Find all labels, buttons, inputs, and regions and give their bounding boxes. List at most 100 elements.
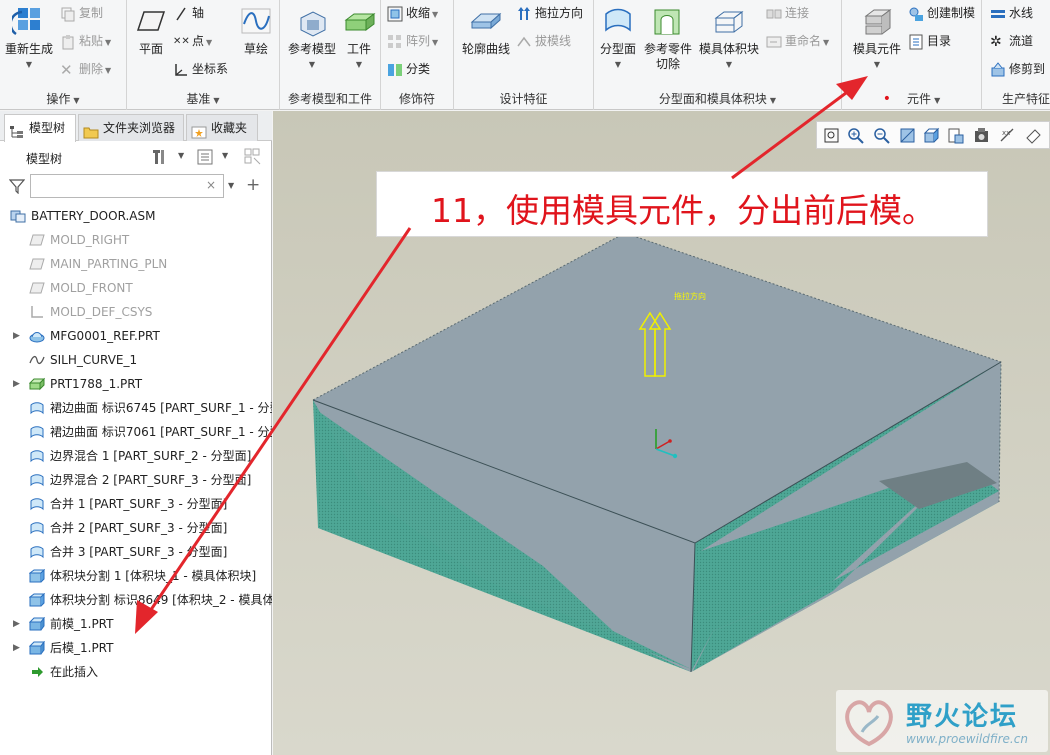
group-label-operations[interactable]: 操作 ▼ [0, 90, 126, 108]
tree-row-curve[interactable]: SILH_CURVE_1 [0, 348, 272, 372]
plane-button[interactable]: 平面 [133, 4, 169, 57]
zoom-out-icon[interactable] [873, 127, 890, 144]
csys-button[interactable]: 坐标系 [173, 58, 228, 80]
mold-component-button[interactable]: 模具元件 ▼ [848, 4, 906, 72]
ref-model-button[interactable]: 参考模型 ▼ [284, 4, 340, 72]
paste-button[interactable]: 粘贴 ▼ [60, 30, 111, 52]
parting-surface-icon [605, 8, 631, 32]
regenerate-label: 重新生成 [4, 42, 53, 56]
chevron-down-icon[interactable]: ▼ [228, 181, 234, 190]
chevron-down-icon[interactable]: ▼ [222, 151, 228, 160]
create-mold-label: 创建制模 [927, 6, 976, 20]
axis-button[interactable]: 轴 [173, 2, 204, 24]
tree-row-datum-plane[interactable]: MAIN_PARTING_PLN [0, 252, 272, 276]
mold-volume-icon [714, 11, 744, 33]
classify-button[interactable]: 分类 [387, 58, 430, 80]
chevron-down-icon[interactable]: ▼ [178, 151, 184, 160]
create-mold-button[interactable]: 创建制模 [908, 2, 975, 24]
tree-row-datum-plane[interactable]: MOLD_FRONT [0, 276, 272, 300]
pattern-label: 阵列 [406, 34, 431, 48]
draft-line-button[interactable]: 拔模线 [516, 30, 571, 52]
saved-orientations-icon[interactable] [947, 127, 964, 144]
regenerate-button[interactable]: 重新生成 ▼ [2, 4, 56, 72]
tree-row-surface[interactable]: 边界混合 2 [PART_SURF_3 - 分型面] [0, 468, 272, 492]
pattern-button[interactable]: 阵列 ▼ [387, 30, 438, 52]
mold-part-icon [29, 617, 45, 631]
rename-label: 重命名 [785, 34, 822, 48]
mold-volume-button[interactable]: 模具体积块 ▼ [696, 4, 762, 72]
workpiece-icon [344, 13, 376, 31]
catalog-button[interactable]: 目录 [908, 30, 951, 52]
display-style-icon[interactable] [923, 127, 940, 144]
tab-favorites[interactable]: 收藏夹 [186, 114, 258, 141]
datum-display-icon[interactable]: xx [999, 127, 1016, 144]
tree-filter-grid-icon[interactable] [244, 148, 262, 166]
graphics-viewport[interactable]: 拖拉方向 xx 11，使用模具元件，分出前后模。 野火论坛 www.proewi… [273, 111, 1050, 755]
tab-model-tree[interactable]: 模型树 [4, 114, 76, 142]
expand-icon[interactable]: ▶ [13, 612, 20, 636]
copy-button[interactable]: 复制 [60, 2, 103, 24]
group-operations: 重新生成 ▼ 复制 粘贴 ▼ ✕ 删除 ▼ 操作 ▼ [0, 0, 127, 110]
tree-row-part[interactable]: ▶ MFG0001_REF.PRT [0, 324, 272, 348]
zoom-in-icon[interactable] [847, 127, 864, 144]
group-label-parting[interactable]: 分型面和模具体积块 ▼ [594, 90, 841, 108]
shrink-button[interactable]: 收缩 ▼ [387, 2, 438, 24]
clear-icon[interactable]: × [206, 178, 216, 192]
tree-row-surface[interactable]: 合并 3 [PART_SURF_3 - 分型面] [0, 540, 272, 564]
tree-row-insert-here[interactable]: 在此插入 [0, 660, 272, 684]
refit-icon[interactable] [823, 127, 840, 144]
draft-direction-button[interactable]: 拖拉方向 [516, 2, 583, 24]
tree-row-volume-split[interactable]: 体积块分割 标识8649 [体积块_2 - 模具体积块] [0, 588, 272, 612]
waterline-button[interactable]: 水线 [990, 2, 1033, 24]
group-label-modifiers: 修饰符 [398, 92, 435, 106]
tree-row-surface[interactable]: 合并 1 [PART_SURF_3 - 分型面] [0, 492, 272, 516]
red-dot-icon: • [882, 91, 892, 107]
tab-favorites-label: 收藏夹 [211, 121, 248, 135]
tree-row-volume-split[interactable]: 体积块分割 1 [体积块_1 - 模具体积块] [0, 564, 272, 588]
connect-button[interactable]: 连接 [766, 2, 809, 24]
tree-row-part-front-mold[interactable]: ▶ 前模_1.PRT [0, 612, 272, 636]
mold-component-icon [864, 9, 892, 35]
tree-row-part-back-mold[interactable]: ▶ 后模_1.PRT [0, 636, 272, 660]
expand-icon[interactable]: ▶ [13, 636, 20, 660]
csys-icon [173, 62, 189, 78]
view-manager-icon[interactable] [973, 127, 990, 144]
settings-tools-icon[interactable] [152, 148, 170, 166]
tree-row-surface[interactable]: 裙边曲面 标识6745 [PART_SURF_1 - 分型面] [0, 396, 272, 420]
add-icon[interactable]: + [246, 175, 260, 195]
tab-folder-browser[interactable]: 文件夹浏览器 [78, 114, 184, 141]
tree-row-surface[interactable]: 合并 2 [PART_SURF_3 - 分型面] [0, 516, 272, 540]
trim-button[interactable]: 修剪到 [990, 58, 1045, 80]
point-button[interactable]: ✕✕ 点 ▼ [173, 30, 212, 52]
expand-icon[interactable]: ▶ [13, 324, 20, 348]
tree-row-part[interactable]: ▶ PRT1788_1.PRT [0, 372, 272, 396]
insert-arrow-icon [32, 667, 43, 677]
delete-button[interactable]: ✕ 删除 ▼ [60, 58, 111, 80]
annotation-display-icon[interactable] [1025, 127, 1042, 144]
chevron-down-icon[interactable]: ▼ [2, 57, 56, 72]
expand-icon[interactable]: ▶ [13, 372, 20, 396]
filter-icon[interactable] [9, 178, 25, 194]
repaint-icon[interactable] [899, 127, 916, 144]
tree-row-datum-plane[interactable]: MOLD_RIGHT [0, 228, 272, 252]
workpiece-button[interactable]: 工件 ▼ [340, 4, 378, 72]
parting-surface-button[interactable]: 分型面 ▼ [596, 4, 640, 72]
tree-row-assembly[interactable]: BATTERY_DOOR.ASM [0, 204, 272, 228]
ref-part-cutout-button[interactable]: 参考零件 切除 [642, 4, 694, 72]
runner-button[interactable]: ✲ 流道 [990, 30, 1033, 52]
silhouette-curve-button[interactable]: 轮廓曲线 [458, 4, 514, 57]
copy-label: 复制 [79, 6, 104, 20]
axis-label: 轴 [192, 6, 205, 20]
group-label-production[interactable]: 生产特征▼ [1002, 90, 1050, 123]
rename-button[interactable]: 重命名 ▼ [766, 30, 829, 52]
tree-title: 模型树 [26, 152, 63, 166]
sketch-button[interactable]: 草绘 [237, 4, 275, 57]
surface-icon [30, 522, 44, 535]
group-label-components[interactable]: • 元件 ▼ [842, 90, 981, 108]
tree-row-surface[interactable]: 边界混合 1 [PART_SURF_2 - 分型面] [0, 444, 272, 468]
show-list-icon[interactable] [196, 148, 214, 166]
tree-row-surface[interactable]: 裙边曲面 标识7061 [PART_SURF_1 - 分型面] [0, 420, 272, 444]
filter-input[interactable] [30, 174, 224, 198]
group-label-datum[interactable]: 基准 ▼ [127, 90, 279, 108]
tree-row-csys[interactable]: MOLD_DEF_CSYS [0, 300, 272, 324]
